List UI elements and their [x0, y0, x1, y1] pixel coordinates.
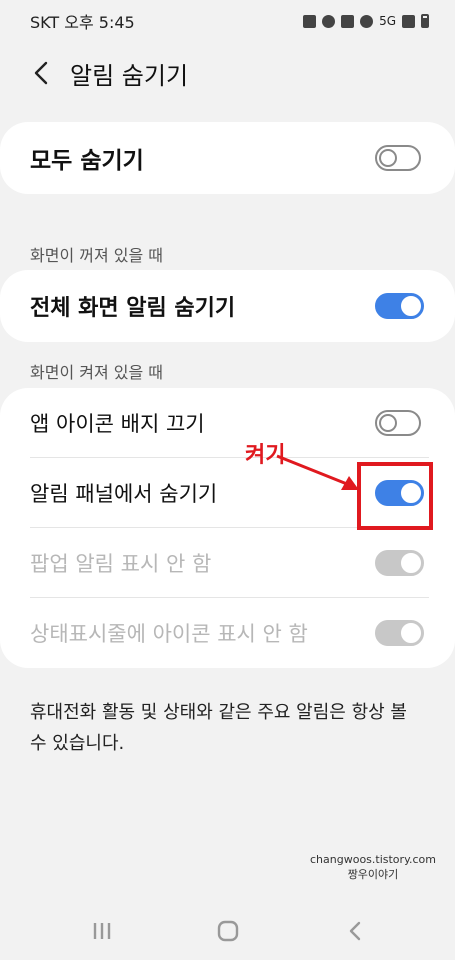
status-bar: SKT 오후 5:45 5G	[0, 0, 455, 42]
toggle-knob	[398, 620, 424, 646]
statusbar-icon-hide-row: 상태표시줄에 아이콘 표시 안 함	[0, 598, 455, 668]
battery-icon	[421, 14, 429, 28]
popup-hide-label: 팝업 알림 표시 안 함	[30, 552, 212, 576]
annotation-highlight-box	[357, 462, 433, 530]
footer-note: 휴대전화 활동 및 상태와 같은 주요 알림은 항상 볼 수 있습니다.	[30, 702, 407, 754]
back-nav-icon[interactable]	[344, 920, 368, 942]
recents-icon[interactable]	[90, 920, 114, 942]
statusbar-icon-hide-label: 상태표시줄에 아이콘 표시 안 함	[30, 622, 308, 646]
watermark: changwoos.tistory.com 짱우이야기	[310, 852, 436, 882]
page-title: 알림 숨기기	[70, 62, 189, 90]
hide-all-card: 모두 숨기기	[0, 122, 455, 194]
signal-icon	[402, 14, 415, 28]
section-title-screen-off: 화면이 꺼져 있을 때	[30, 246, 164, 265]
app-badge-off-row[interactable]: 앱 아이콘 배지 끄기	[0, 388, 455, 458]
home-icon[interactable]	[216, 920, 240, 942]
navigation-bar	[0, 900, 455, 960]
watermark-url: changwoos.tistory.com	[310, 853, 436, 866]
fullscreen-hide-toggle[interactable]	[375, 293, 424, 319]
popup-hide-row: 팝업 알림 표시 안 함	[0, 528, 455, 598]
watermark-name: 짱우이야기	[347, 868, 399, 881]
status-icons: 5G	[303, 14, 429, 28]
fullscreen-hide-label: 전체 화면 알림 숨기기	[30, 296, 236, 321]
app-badge-off-label: 앱 아이콘 배지 끄기	[30, 412, 205, 436]
app-badge-off-toggle[interactable]	[375, 410, 421, 436]
notification-panel-hide-label: 알림 패널에서 숨기기	[30, 482, 218, 506]
toggle-knob	[398, 550, 424, 576]
popup-hide-toggle	[375, 550, 424, 576]
network-type: 5G	[379, 14, 396, 28]
toggle-knob	[379, 414, 397, 432]
hide-all-label: 모두 숨기기	[30, 148, 144, 174]
location-icon	[360, 14, 374, 28]
lock-icon	[303, 14, 317, 28]
hide-all-row[interactable]: 모두 숨기기	[0, 122, 455, 194]
back-icon[interactable]	[30, 60, 56, 86]
mute-icon	[341, 14, 355, 28]
hide-all-toggle[interactable]	[375, 145, 421, 171]
toggle-knob	[379, 149, 397, 167]
annotation-arrow	[276, 454, 359, 490]
alarm-icon	[322, 14, 336, 28]
status-carrier-time: SKT 오후 5:45	[30, 13, 135, 32]
section-title-screen-on: 화면이 켜져 있을 때	[30, 363, 164, 382]
header: 알림 숨기기	[0, 48, 455, 98]
statusbar-icon-hide-toggle	[375, 620, 424, 646]
fullscreen-hide-row[interactable]: 전체 화면 알림 숨기기	[0, 270, 455, 342]
toggle-knob	[398, 293, 424, 319]
screen-off-card: 전체 화면 알림 숨기기	[0, 270, 455, 342]
